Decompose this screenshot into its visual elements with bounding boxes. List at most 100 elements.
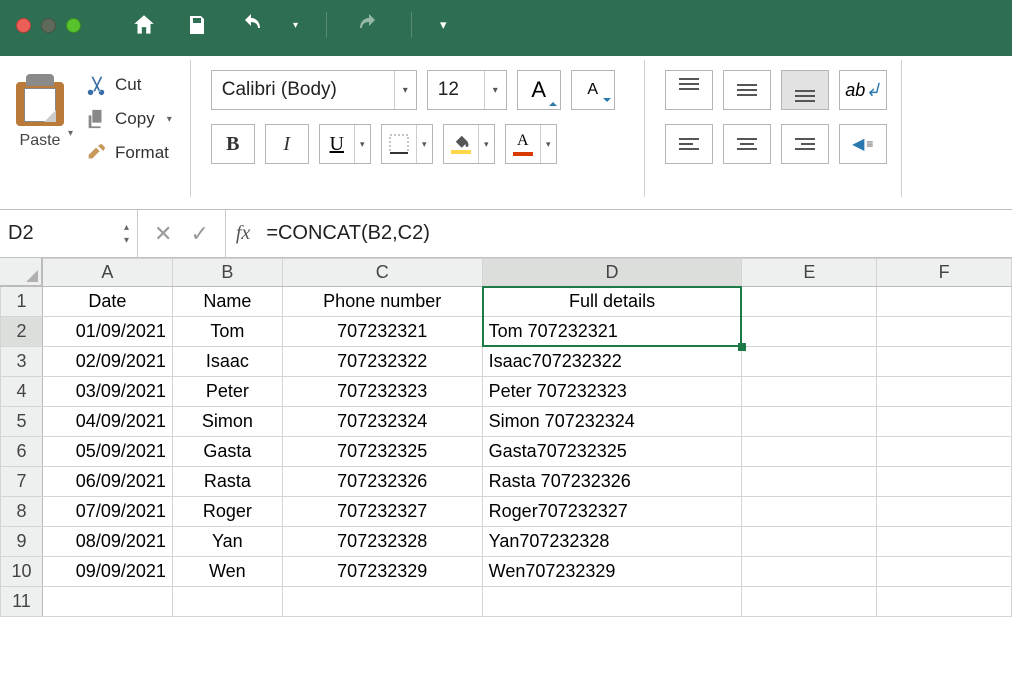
row-header[interactable]: 3 [1, 347, 43, 377]
accept-formula-button[interactable]: ✓ [190, 221, 208, 247]
cell-E6[interactable] [742, 437, 877, 467]
cell-D3[interactable]: Isaac707232322 [482, 347, 742, 377]
cell-F3[interactable] [877, 347, 1012, 377]
fill-color-button[interactable]: ▾ [443, 124, 495, 164]
select-all-corner[interactable] [0, 258, 42, 286]
cell-B10[interactable]: Wen [172, 557, 282, 587]
paste-dropdown[interactable]: ▾ [64, 128, 77, 139]
decrease-font-button[interactable]: A [571, 70, 615, 110]
cell-A3[interactable]: 02/09/2021 [42, 347, 172, 377]
cell-C7[interactable]: 707232326 [282, 467, 482, 497]
cell-E3[interactable] [742, 347, 877, 377]
borders-button[interactable]: ▾ [381, 124, 433, 164]
home-icon[interactable] [131, 12, 157, 38]
cell-E5[interactable] [742, 407, 877, 437]
cell-C10[interactable]: 707232329 [282, 557, 482, 587]
cell-C8[interactable]: 707232327 [282, 497, 482, 527]
cell-A1[interactable]: Date [42, 287, 172, 317]
decrease-indent-button[interactable]: ◀≡ [839, 124, 887, 164]
cell-D4[interactable]: Peter 707232323 [482, 377, 742, 407]
cell-E10[interactable] [742, 557, 877, 587]
cell-C2[interactable]: 707232321 [282, 317, 482, 347]
increase-font-button[interactable]: A [517, 70, 561, 110]
col-header-A[interactable]: A [42, 259, 172, 287]
cell-E4[interactable] [742, 377, 877, 407]
cell-A11[interactable] [42, 587, 172, 617]
cell-A7[interactable]: 06/09/2021 [42, 467, 172, 497]
cell-F6[interactable] [877, 437, 1012, 467]
align-middle-button[interactable] [723, 70, 771, 110]
minimize-window-button[interactable] [41, 18, 56, 33]
cell-A6[interactable]: 05/09/2021 [42, 437, 172, 467]
col-header-C[interactable]: C [282, 259, 482, 287]
save-icon[interactable] [185, 13, 209, 37]
bold-button[interactable]: B [211, 124, 255, 164]
cell-B1[interactable]: Name [172, 287, 282, 317]
cell-B8[interactable]: Roger [172, 497, 282, 527]
row-header[interactable]: 9 [1, 527, 43, 557]
row-header[interactable]: 6 [1, 437, 43, 467]
cell-B2[interactable]: Tom [172, 317, 282, 347]
underline-button[interactable]: U ▾ [319, 124, 371, 164]
redo-icon[interactable] [355, 13, 383, 37]
cell-A2[interactable]: 01/09/2021 [42, 317, 172, 347]
cell-reference-input[interactable] [8, 222, 78, 245]
cell-B9[interactable]: Yan [172, 527, 282, 557]
cell-B5[interactable]: Simon [172, 407, 282, 437]
cell-B4[interactable]: Peter [172, 377, 282, 407]
cell-D9[interactable]: Yan707232328 [482, 527, 742, 557]
row-header[interactable]: 10 [1, 557, 43, 587]
cell-B6[interactable]: Gasta [172, 437, 282, 467]
cell-F10[interactable] [877, 557, 1012, 587]
cell-F11[interactable] [877, 587, 1012, 617]
wrap-text-button[interactable]: ab↲ [839, 70, 887, 110]
cell-F7[interactable] [877, 467, 1012, 497]
cell-E2[interactable] [742, 317, 877, 347]
row-header[interactable]: 8 [1, 497, 43, 527]
align-right-button[interactable] [781, 124, 829, 164]
cell-F2[interactable] [877, 317, 1012, 347]
name-box[interactable]: ▴▾ [0, 210, 138, 257]
close-window-button[interactable] [16, 18, 31, 33]
maximize-window-button[interactable] [66, 18, 81, 33]
formula-input[interactable] [260, 210, 1012, 257]
cell-C9[interactable]: 707232328 [282, 527, 482, 557]
row-header[interactable]: 11 [1, 587, 43, 617]
row-header[interactable]: 2 [1, 317, 43, 347]
cell-D8[interactable]: Roger707232327 [482, 497, 742, 527]
fill-handle[interactable] [738, 343, 746, 351]
cell-D5[interactable]: Simon 707232324 [482, 407, 742, 437]
cell-B3[interactable]: Isaac [172, 347, 282, 377]
font-size-combo[interactable]: 12 ▾ [427, 70, 507, 110]
undo-dropdown[interactable]: ▾ [293, 20, 298, 31]
spreadsheet-grid[interactable]: A B C D E F 1DateNamePhone numberFull de… [0, 258, 1012, 617]
cell-D6[interactable]: Gasta707232325 [482, 437, 742, 467]
row-header[interactable]: 5 [1, 407, 43, 437]
cell-A8[interactable]: 07/09/2021 [42, 497, 172, 527]
cell-C3[interactable]: 707232322 [282, 347, 482, 377]
align-left-button[interactable] [665, 124, 713, 164]
row-header[interactable]: 1 [1, 287, 43, 317]
cell-B7[interactable]: Rasta [172, 467, 282, 497]
cell-A9[interactable]: 08/09/2021 [42, 527, 172, 557]
paste-button[interactable]: Paste [16, 70, 64, 150]
cell-C4[interactable]: 707232323 [282, 377, 482, 407]
cell-E7[interactable] [742, 467, 877, 497]
font-color-button[interactable]: A ▾ [505, 124, 557, 164]
cell-F1[interactable] [877, 287, 1012, 317]
cell-F4[interactable] [877, 377, 1012, 407]
format-painter-button[interactable]: Format [85, 142, 176, 164]
cell-F5[interactable] [877, 407, 1012, 437]
copy-button[interactable]: Copy ▾ [85, 108, 176, 130]
align-center-button[interactable] [723, 124, 771, 164]
cell-D7[interactable]: Rasta 707232326 [482, 467, 742, 497]
cell-E8[interactable] [742, 497, 877, 527]
cell-F8[interactable] [877, 497, 1012, 527]
qat-customize-icon[interactable]: ▾ [440, 17, 447, 33]
undo-icon[interactable] [237, 13, 265, 37]
cut-button[interactable]: Cut [85, 74, 176, 96]
cell-E1[interactable] [742, 287, 877, 317]
cell-B11[interactable] [172, 587, 282, 617]
cell-D10[interactable]: Wen707232329 [482, 557, 742, 587]
col-header-F[interactable]: F [877, 259, 1012, 287]
